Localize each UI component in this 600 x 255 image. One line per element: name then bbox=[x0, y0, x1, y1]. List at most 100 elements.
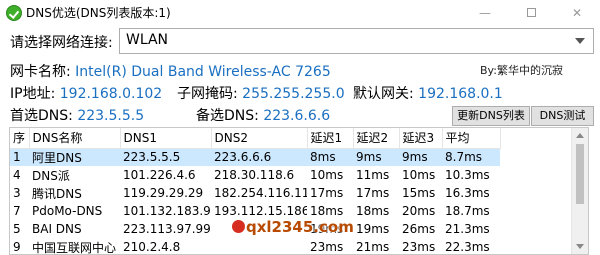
table-cell: 18ms bbox=[356, 204, 390, 218]
table-cell bbox=[211, 238, 307, 254]
table-cell: 8ms bbox=[307, 148, 353, 166]
table-cell: 16.3ms bbox=[445, 186, 490, 200]
table-cell: 22.3ms bbox=[445, 240, 490, 254]
gateway-info: 默认网关: 192.168.0.1 bbox=[353, 83, 503, 103]
table-cell: 20ms bbox=[402, 204, 436, 218]
close-button[interactable]: ✕ bbox=[554, 0, 600, 26]
table-cell: 10ms bbox=[402, 168, 436, 182]
ip-info: IP地址: 192.168.0.102 bbox=[10, 83, 162, 103]
table-cell: PdoMo-DNS bbox=[32, 204, 103, 218]
primary-dns-info: 首选DNS: 223.5.5.5 bbox=[10, 105, 144, 125]
secondary-dns-info: 备选DNS: 223.6.6.6 bbox=[196, 105, 330, 125]
adapter-info: 网卡名称: Intel(R) Dual Band Wireless-AC 726… bbox=[10, 61, 331, 81]
dns-results-table[interactable]: 序 DNS名称 DNS1 DNS2 延迟1 延迟2 延迟3 平均 1 阿里DNS 2… bbox=[9, 127, 589, 255]
maximize-icon bbox=[526, 8, 536, 17]
secondary-dns-value: 223.6.6.6 bbox=[263, 108, 331, 124]
table-row[interactable]: 9 中国互联网中心 210.2.4.8 23ms 21ms 23ms 22.3ms bbox=[10, 238, 500, 255]
column-header[interactable]: 延迟3 bbox=[399, 128, 443, 149]
title-bar: DNS优选(DNS列表版本:1) — ✕ bbox=[0, 0, 600, 26]
primary-dns-value: 223.5.5.5 bbox=[77, 108, 145, 124]
table-cell: BAI DNS bbox=[32, 222, 82, 236]
table-cell: 19ms bbox=[310, 222, 344, 236]
table-cell: 21.3ms bbox=[445, 222, 490, 236]
table-cell: 11ms bbox=[356, 168, 390, 182]
mask-info: 子网掩码: 255.255.255.0 bbox=[177, 83, 345, 103]
primary-dns-label: 首选DNS: bbox=[10, 108, 73, 124]
column-header[interactable]: DNS1 bbox=[120, 128, 212, 149]
table-cell: 18ms bbox=[310, 204, 344, 218]
ip-label: IP地址: bbox=[10, 86, 56, 102]
table-cell: 182.254.116.116 bbox=[214, 186, 307, 200]
column-header[interactable]: 延迟2 bbox=[353, 128, 400, 149]
table-cell: 21ms bbox=[356, 240, 390, 254]
table-cell: 101.132.183.99 bbox=[123, 204, 211, 218]
table-row[interactable]: 1 阿里DNS 223.5.5.5 223.6.6.6 8ms 9ms 9ms 8.7ms bbox=[10, 148, 500, 166]
table-row[interactable]: 4 DNS派 101.226.4.6 218.30.118.6 10ms 11ms 10ms… bbox=[10, 166, 500, 184]
table-header-row: 序 DNS名称 DNS1 DNS2 延迟1 延迟2 延迟3 平均 bbox=[10, 128, 501, 149]
table-cell: 218.30.118.6 bbox=[214, 168, 295, 182]
table-cell: 101.226.4.6 bbox=[123, 168, 196, 182]
table-row[interactable]: 7 PdoMo-DNS 101.132.183.99 193.112.15.186 18… bbox=[10, 202, 500, 220]
table-cell: 19ms bbox=[356, 222, 390, 236]
table-cell: 18.7ms bbox=[445, 204, 490, 218]
connection-select[interactable]: WLAN bbox=[119, 28, 594, 54]
column-header[interactable]: 延迟1 bbox=[307, 128, 354, 149]
table-cell: 7 bbox=[13, 204, 21, 218]
table-cell: 210.2.4.8 bbox=[123, 240, 181, 254]
update-dns-list-button[interactable]: 更新DNS列表 bbox=[452, 106, 530, 126]
scroll-thumb[interactable] bbox=[576, 144, 584, 204]
table-cell: 8.7ms bbox=[442, 148, 500, 166]
table-cell: 26ms bbox=[402, 222, 436, 236]
table-cell: 119.29.29.29 bbox=[123, 186, 204, 200]
secondary-dns-label: 备选DNS: bbox=[196, 108, 259, 124]
column-header[interactable]: 平均 bbox=[442, 128, 501, 149]
adapter-label: 网卡名称: bbox=[10, 64, 71, 80]
table-cell: 193.112.15.186 bbox=[214, 204, 307, 218]
mask-value: 255.255.255.0 bbox=[242, 86, 345, 102]
table-cell: 223.5.5.5 bbox=[120, 148, 211, 166]
table-cell: 10ms bbox=[310, 168, 344, 182]
table-cell: 5 bbox=[13, 222, 21, 236]
table-cell: DNS派 bbox=[32, 168, 70, 183]
table-cell: 15ms bbox=[402, 186, 436, 200]
table-row[interactable]: 5 BAI DNS 223.113.97.99 19ms 19ms 26ms 21.3ms bbox=[10, 220, 500, 238]
table-cell: 9 bbox=[13, 240, 21, 254]
author-credit: By:繁华中的沉寂 bbox=[480, 64, 563, 77]
ip-value: 192.168.0.102 bbox=[59, 86, 163, 102]
window-title: DNS优选(DNS列表版本:1) bbox=[26, 6, 171, 20]
table-cell: 4 bbox=[13, 168, 21, 182]
app-check-icon bbox=[6, 5, 22, 21]
table-cell: 23ms bbox=[402, 240, 436, 254]
column-header[interactable]: 序 bbox=[10, 128, 30, 149]
connection-label: 请选择网络连接: bbox=[10, 35, 113, 51]
table-cell: 中国互联网中心 bbox=[32, 240, 117, 255]
table-cell: 3 bbox=[13, 186, 21, 200]
table-cell: 23ms bbox=[310, 240, 344, 254]
table-cell: 223.6.6.6 bbox=[211, 148, 307, 166]
table-cell: 腾讯DNS bbox=[32, 186, 82, 201]
scroll-down-icon[interactable] bbox=[576, 244, 584, 249]
table-cell: 10.3ms bbox=[445, 168, 490, 182]
vertical-scrollbar[interactable] bbox=[571, 128, 588, 254]
mask-label: 子网掩码: bbox=[177, 86, 238, 102]
table-cell: 17ms bbox=[356, 186, 390, 200]
maximize-button[interactable] bbox=[508, 0, 554, 26]
gateway-label: 默认网关: bbox=[353, 86, 414, 102]
column-header[interactable]: DNS2 bbox=[211, 128, 308, 149]
table-row[interactable]: 3 腾讯DNS 119.29.29.29 182.254.116.116 17ms 17m… bbox=[10, 184, 500, 202]
table-cell: 223.113.97.99 bbox=[123, 222, 211, 236]
adapter-value: Intel(R) Dual Band Wireless-AC 7265 bbox=[75, 64, 331, 80]
table-cell: 17ms bbox=[310, 186, 344, 200]
table-cell: 9ms bbox=[399, 148, 442, 166]
column-header[interactable]: DNS名称 bbox=[29, 128, 121, 149]
gateway-value: 192.168.0.1 bbox=[418, 86, 503, 102]
table-cell bbox=[211, 220, 307, 238]
table-cell: 阿里DNS bbox=[29, 148, 120, 166]
connection-select-value: WLAN bbox=[126, 32, 169, 48]
chevron-down-icon[interactable] bbox=[575, 38, 585, 44]
dns-test-button[interactable]: DNS测试 bbox=[531, 106, 594, 126]
table-cell: 9ms bbox=[353, 148, 399, 166]
table-cell: 1 bbox=[10, 148, 29, 166]
minimize-button[interactable]: — bbox=[462, 0, 508, 26]
scroll-up-icon[interactable] bbox=[576, 133, 584, 138]
